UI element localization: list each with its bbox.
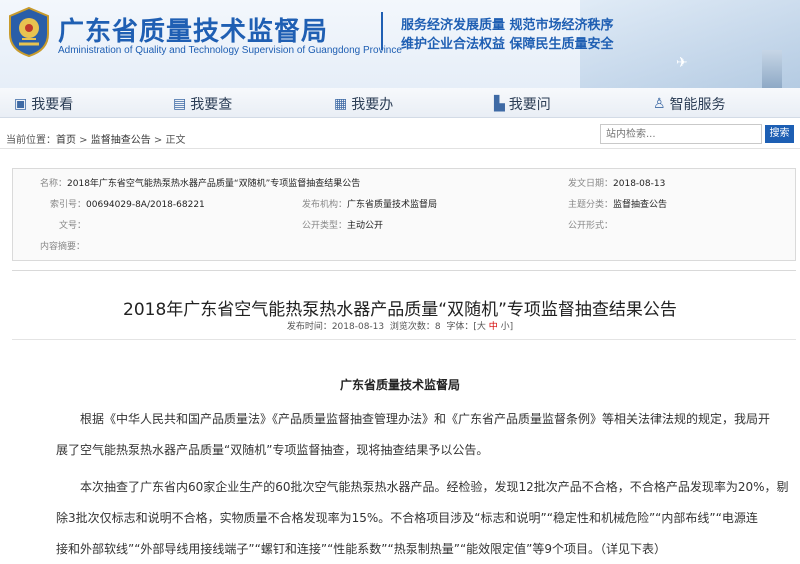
meta-font-end: ] bbox=[509, 322, 514, 332]
search-button[interactable]: 搜索 bbox=[765, 125, 794, 143]
nav-item-browse[interactable]: ▣ 我要看 bbox=[14, 94, 73, 114]
info-value: 00694029-8A/2018-68221 bbox=[86, 200, 205, 210]
article-issuing-org: 广东省质量技术监督局 bbox=[339, 378, 460, 392]
divider bbox=[0, 148, 800, 149]
info-label: 文号： bbox=[59, 221, 87, 231]
font-size-large-link[interactable]: 大 bbox=[477, 322, 486, 332]
header-tower-image bbox=[762, 50, 782, 88]
document-icon: ▤ bbox=[173, 96, 187, 112]
paragraph-line: 展了空气能热泵热水器产品质量“双随机”专项监督抽查，现将抽查结果予以公告。 bbox=[56, 443, 489, 457]
article-divider bbox=[12, 339, 796, 340]
paragraph-line: 本次抽查了广东省内60家企业生产的60批次空气能热泵热水器产品。经检验，发现12… bbox=[80, 480, 789, 494]
breadcrumb-current: 正文 bbox=[165, 135, 186, 146]
info-public-type: 公开类型：主动公开 bbox=[302, 218, 383, 231]
meta-views-label: 浏览次数： bbox=[389, 322, 435, 332]
breadcrumb-separator: > bbox=[76, 135, 91, 146]
paragraph-line: 除3批次仅标志和说明不合格，实物质量不合格发现率为15%。不合格项目涉及“标志和… bbox=[56, 511, 758, 525]
info-label: 发布机构： bbox=[302, 200, 348, 210]
nav-label: 智能服务 bbox=[669, 97, 726, 113]
info-docno: 文号： bbox=[59, 218, 86, 231]
info-public-way: 公开形式： bbox=[568, 218, 613, 231]
paragraph-line: 根据《中华人民共和国产品质量法》《产品质量监督抽查管理办法》和《广东省产品质量监… bbox=[80, 412, 771, 426]
emblem-logo[interactable] bbox=[6, 6, 52, 58]
info-value: 主动公开 bbox=[347, 221, 384, 231]
info-subject: 主题分类：监督抽查公告 bbox=[568, 197, 667, 210]
nav-label: 我要查 bbox=[190, 97, 233, 113]
nav-label: 我要看 bbox=[31, 97, 74, 113]
info-value: 监督抽查公告 bbox=[613, 200, 668, 210]
font-size-medium-link[interactable]: 中 bbox=[489, 322, 498, 332]
site-title-en: Administration of Quality and Technology… bbox=[58, 45, 402, 56]
info-date: 发文日期：2018-08-13 bbox=[568, 176, 665, 189]
person-icon: ♙ bbox=[653, 96, 666, 112]
info-label: 公开形式： bbox=[568, 221, 614, 231]
article-top-border bbox=[12, 270, 796, 271]
info-value: 2018-08-13 bbox=[613, 179, 666, 189]
nav-item-ask[interactable]: ▙ 我要问 bbox=[494, 94, 551, 114]
list-icon: ▦ bbox=[334, 96, 348, 112]
nav-item-service[interactable]: ▦ 我要办 bbox=[334, 94, 393, 114]
info-index: 索引号：00694029-8A/2018-68221 bbox=[50, 197, 205, 210]
info-label: 主题分类： bbox=[568, 200, 614, 210]
slogan-line-1: 服务经济发展质量 规范市场经济秩序 bbox=[401, 18, 614, 33]
header-divider bbox=[381, 12, 383, 50]
info-name: 名称：2018年广东省空气能热泵热水器产品质量“双随机”专项监督抽查结果公告 bbox=[40, 176, 360, 189]
nav-label: 我要办 bbox=[351, 97, 394, 113]
paragraph-line: 接和外部软线”“外部导线用接线端子”“螺钉和连接”“性能系数”“热泵制热量”“能… bbox=[56, 542, 667, 556]
nav-item-smart[interactable]: ♙ 智能服务 bbox=[653, 94, 726, 114]
meta-pub-label: 发布时间： bbox=[286, 322, 332, 332]
meta-views: 8 bbox=[434, 322, 441, 332]
search-input[interactable] bbox=[600, 124, 762, 144]
nav-item-query[interactable]: ▤ 我要查 bbox=[173, 94, 232, 114]
site-title: 广东省质量技术监督局 bbox=[58, 17, 329, 47]
article-title: 2018年广东省空气能热泵热水器产品质量“双随机”专项监督抽查结果公告 bbox=[123, 300, 677, 320]
meta-font-label: 字体：[ bbox=[446, 322, 477, 332]
info-summary: 内容摘要： bbox=[40, 239, 85, 252]
info-label: 索引号： bbox=[50, 200, 87, 210]
consult-icon: ▙ bbox=[494, 96, 505, 112]
nav-label: 我要问 bbox=[508, 97, 551, 113]
breadcrumb-prefix: 当前位置： bbox=[6, 135, 56, 146]
info-label: 内容摘要： bbox=[40, 242, 86, 252]
info-value: 2018年广东省空气能热泵热水器产品质量“双随机”专项监督抽查结果公告 bbox=[67, 179, 361, 189]
info-label: 发文日期： bbox=[568, 179, 614, 189]
info-agency: 发布机构：广东省质量技术监督局 bbox=[302, 197, 437, 210]
monitor-icon: ▣ bbox=[14, 96, 28, 112]
slogan-line-2: 维护企业合法权益 保障民生质量安全 bbox=[401, 37, 614, 52]
breadcrumb: 当前位置：首页 > 监督抽查公告 > 正文 bbox=[6, 131, 186, 146]
site-header: ✈ 广东省质量技术监督局 Administration of Quality a… bbox=[0, 0, 800, 88]
breadcrumb-home-link[interactable]: 首页 bbox=[56, 135, 76, 146]
bird-icon: ✈ bbox=[676, 55, 688, 71]
font-size-small-link[interactable]: 小 bbox=[501, 322, 510, 332]
info-label: 名称： bbox=[40, 179, 68, 189]
main-nav: ▣ 我要看 ▤ 我要查 ▦ 我要办 ▙ 我要问 ♙ 智能服务 bbox=[0, 88, 800, 118]
meta-pub-date: 2018-08-13 bbox=[331, 322, 385, 332]
info-value: 广东省质量技术监督局 bbox=[347, 200, 438, 210]
article-meta: 发布时间：2018-08-13 浏览次数：8 字体：[大 中 小] bbox=[0, 319, 800, 332]
breadcrumb-section-link[interactable]: 监督抽查公告 bbox=[91, 135, 151, 146]
info-label: 公开类型： bbox=[302, 221, 348, 231]
breadcrumb-separator: > bbox=[150, 135, 166, 146]
